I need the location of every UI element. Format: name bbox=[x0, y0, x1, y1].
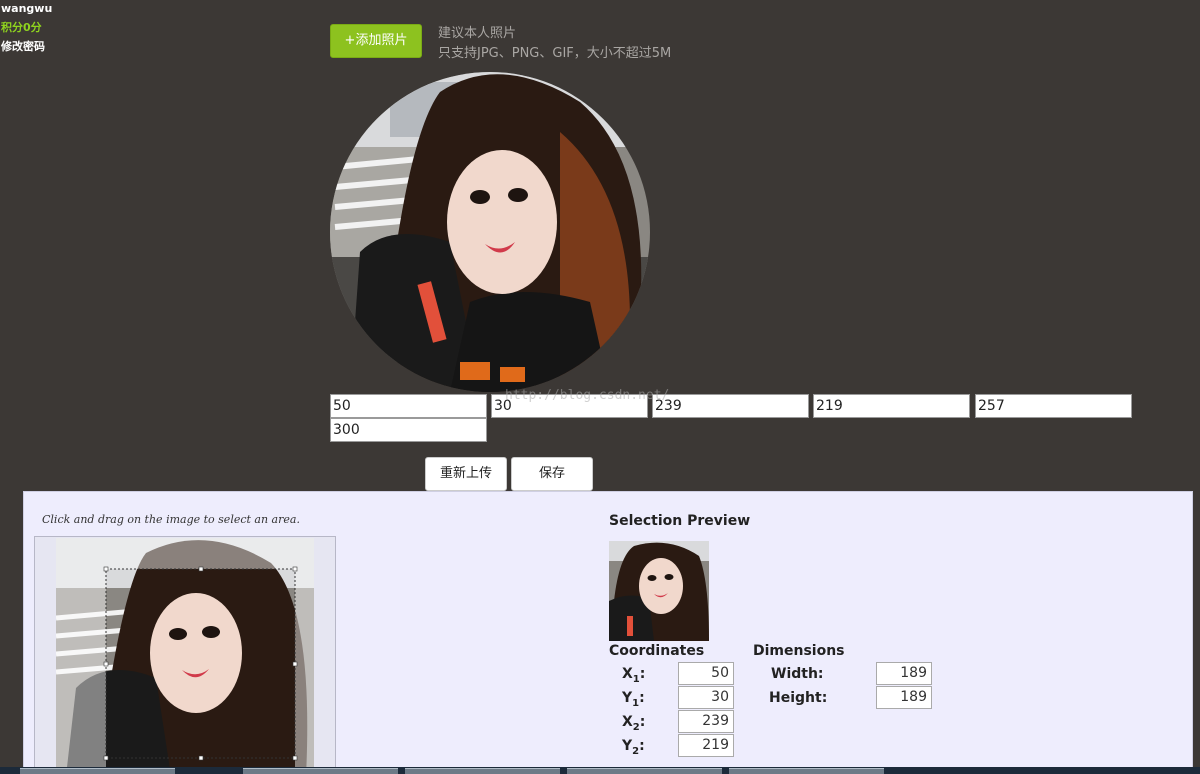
reupload-button[interactable]: 重新上传 bbox=[425, 457, 507, 491]
taskbar-item[interactable] bbox=[405, 768, 560, 774]
coord-input-image-width[interactable]: 257 bbox=[975, 394, 1132, 418]
height-label: Height: bbox=[769, 690, 828, 706]
crop-panel: Click and drag on the image to select an… bbox=[23, 491, 1193, 774]
taskbar-item[interactable] bbox=[20, 768, 175, 774]
coord-input-image-height[interactable]: 300 bbox=[330, 418, 487, 442]
y1-label: Y1: bbox=[622, 690, 645, 709]
add-photo-button[interactable]: +添加照片 bbox=[330, 24, 422, 58]
change-password-link[interactable]: 修改密码 bbox=[1, 37, 52, 56]
x2-input[interactable]: 239 bbox=[678, 710, 734, 733]
save-button[interactable]: 保存 bbox=[511, 457, 593, 491]
watermark: http://blog.csdn.net/ bbox=[505, 388, 670, 403]
taskbar-item[interactable] bbox=[729, 768, 884, 774]
hint-line-2: 只支持JPG、PNG、GIF，大小不超过5M bbox=[438, 46, 672, 61]
width-label: Width: bbox=[771, 666, 824, 682]
y2-input[interactable]: 219 bbox=[678, 734, 734, 757]
taskbar-item[interactable] bbox=[243, 768, 398, 774]
width-input[interactable]: 189 bbox=[876, 662, 932, 685]
height-input[interactable]: 189 bbox=[876, 686, 932, 709]
selection-preview-image bbox=[609, 541, 709, 641]
dimensions-title: Dimensions bbox=[753, 643, 845, 659]
selection-preview-title: Selection Preview bbox=[609, 513, 751, 529]
crop-area[interactable] bbox=[34, 536, 336, 774]
y2-label: Y2: bbox=[622, 738, 645, 757]
coord-input-y2[interactable]: 219 bbox=[813, 394, 970, 418]
x2-label: X2: bbox=[622, 714, 646, 733]
taskbar-item[interactable] bbox=[567, 768, 722, 774]
user-info: wangwu 积分0分 修改密码 bbox=[1, 0, 52, 56]
hint-line-1: 建议本人照片 bbox=[438, 26, 517, 41]
username: wangwu bbox=[1, 2, 53, 15]
x1-label: X1: bbox=[622, 666, 646, 685]
taskbar bbox=[0, 767, 1200, 774]
avatar-preview bbox=[330, 72, 650, 392]
coord-input-x1[interactable]: 50 bbox=[330, 394, 487, 418]
coordinates-title: Coordinates bbox=[609, 643, 705, 659]
upload-hint: 建议本人照片 只支持JPG、PNG、GIF，大小不超过5M bbox=[438, 24, 671, 64]
points-label: 积分0分 bbox=[1, 21, 42, 34]
x1-input[interactable]: 50 bbox=[678, 662, 734, 685]
crop-source-image[interactable] bbox=[56, 538, 314, 774]
avatar-photo bbox=[330, 72, 650, 392]
y1-input[interactable]: 30 bbox=[678, 686, 734, 709]
coord-input-x2[interactable]: 239 bbox=[652, 394, 809, 418]
crop-instruction: Click and drag on the image to select an… bbox=[42, 513, 300, 526]
